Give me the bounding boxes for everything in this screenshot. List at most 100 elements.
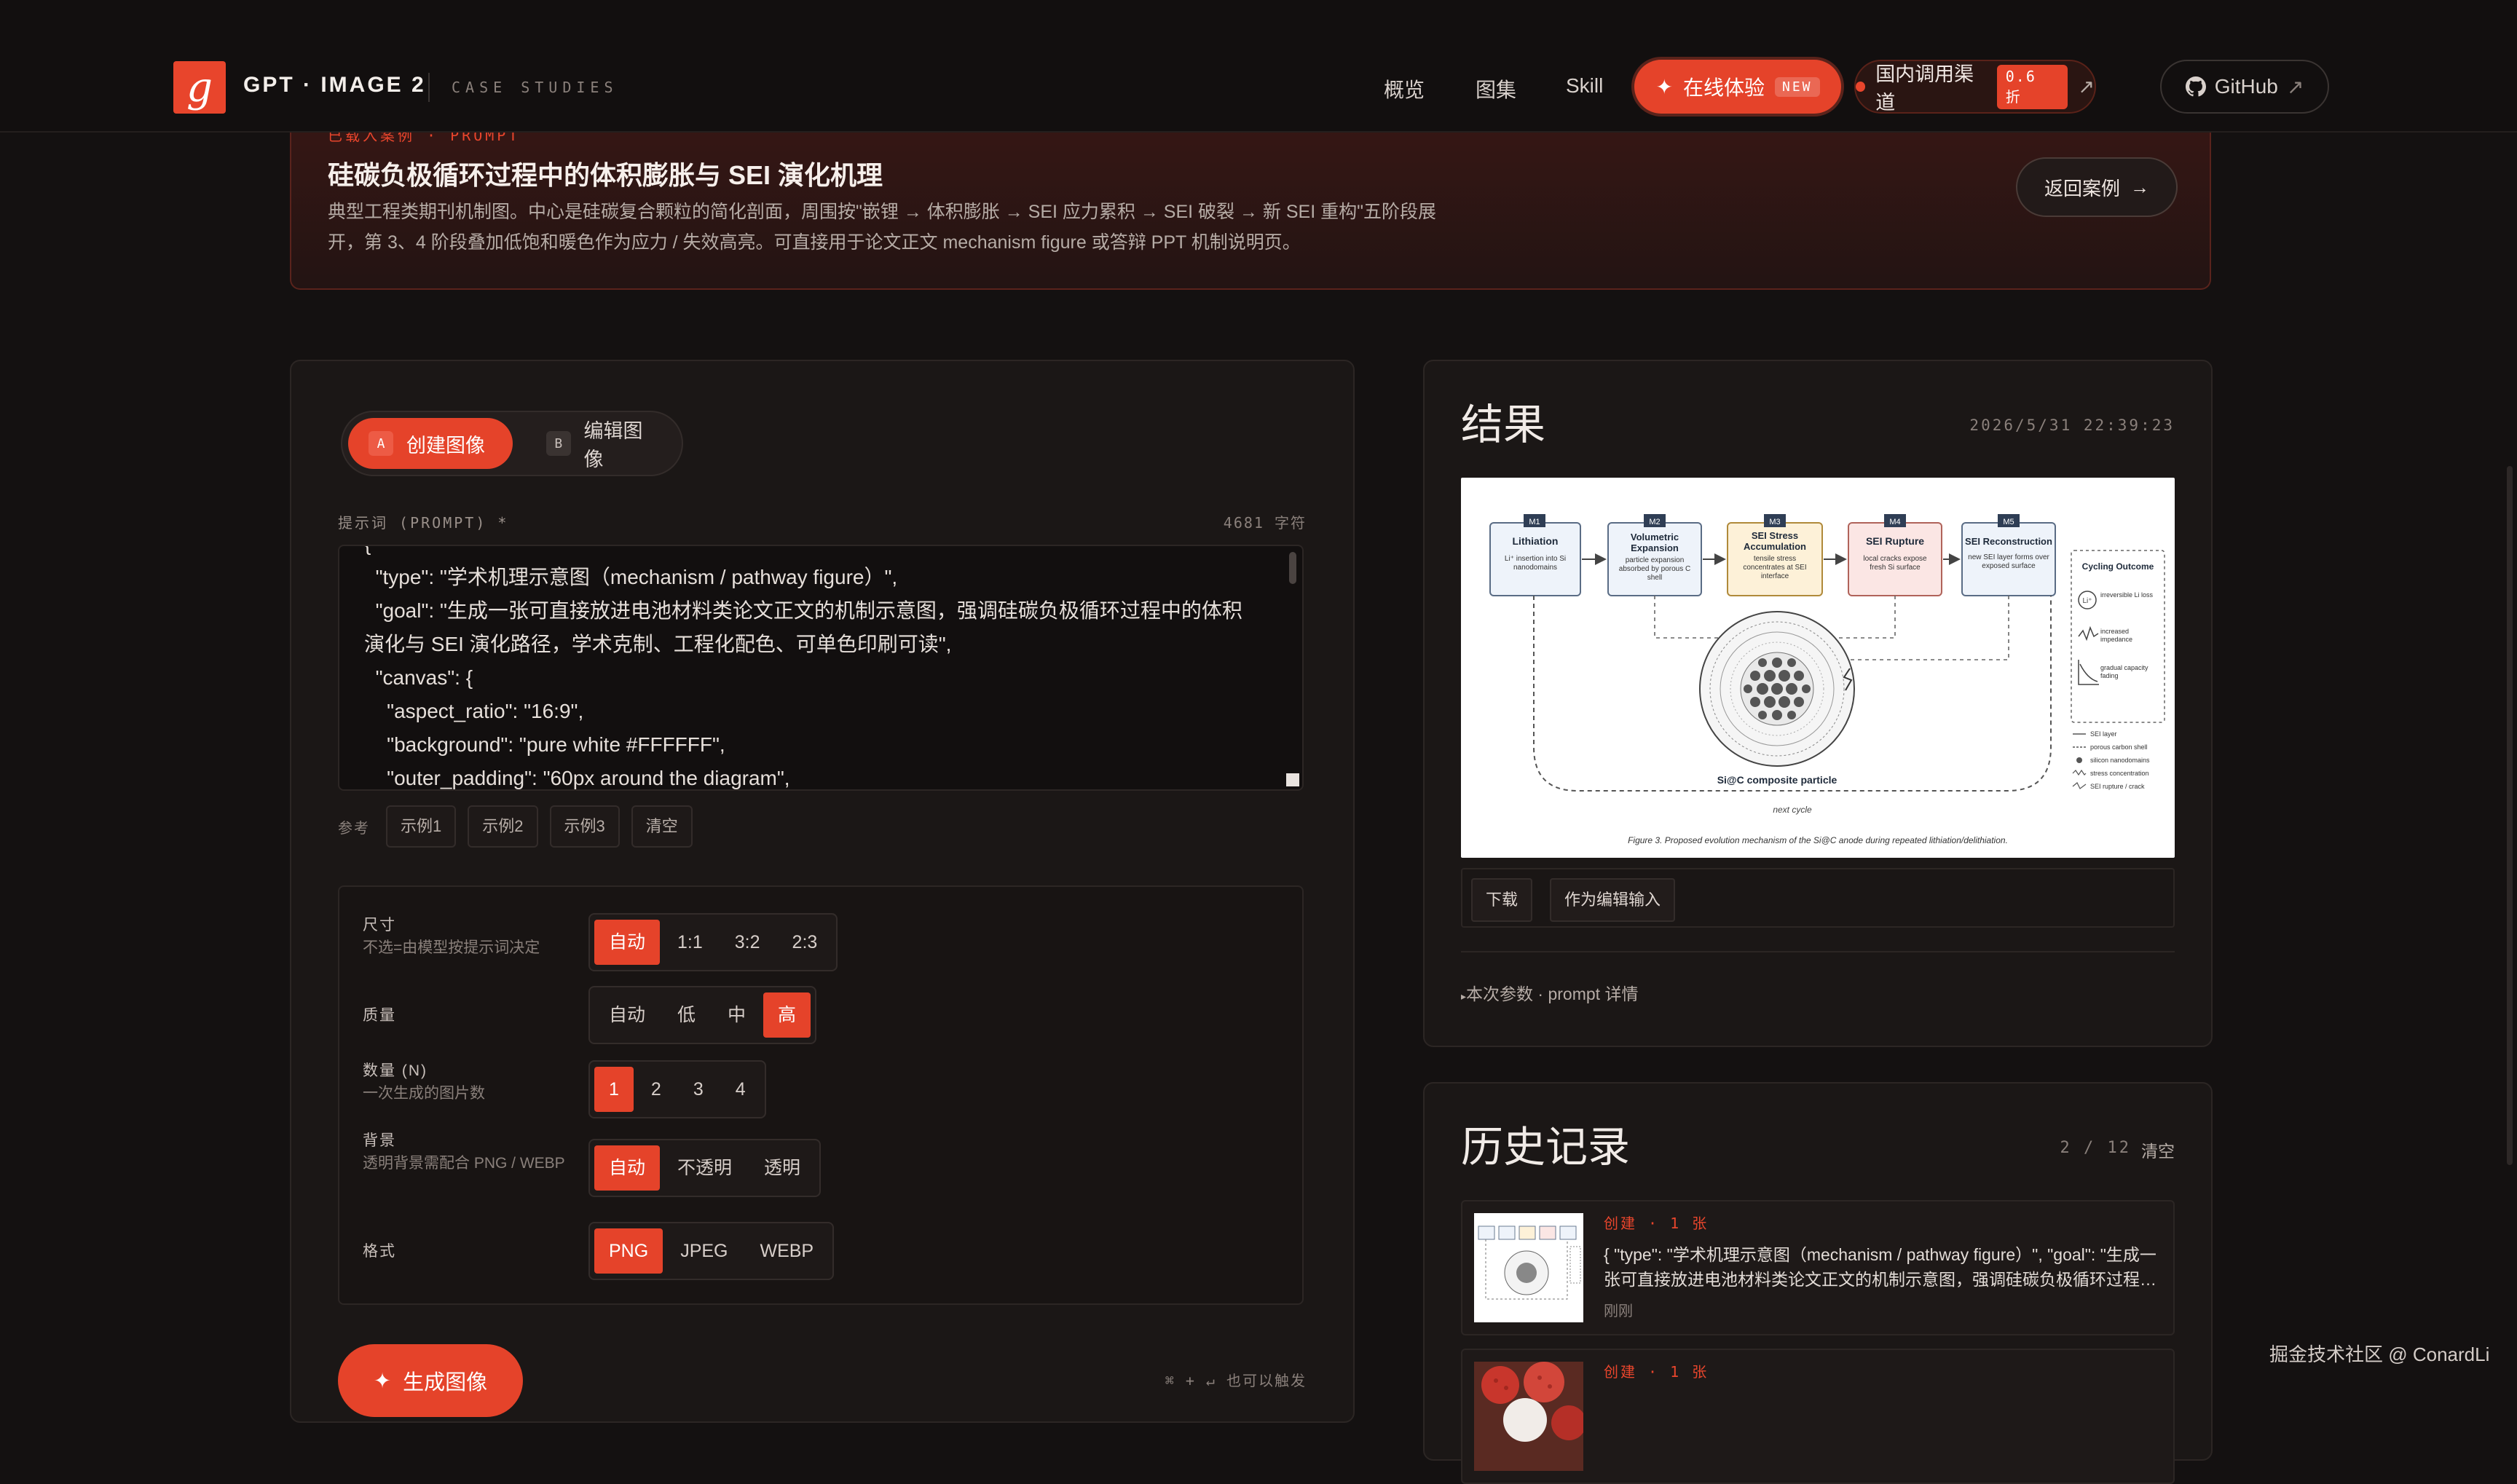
download-button[interactable]: 下载 [1471,878,1533,922]
svg-text:M3: M3 [1769,518,1780,526]
result-params-toggle[interactable]: ▸本次参数 · prompt 详情 [1461,980,1638,1005]
count-option-4[interactable]: 4 [721,1067,760,1112]
size-option-3-2[interactable]: 3:2 [720,920,775,965]
history-item-time: 刚刚 [1604,1303,1633,1319]
si-c-particle: Si@C composite particle [1699,611,1855,786]
stage-m1: M1 Lithiation Li⁺ insertion into Si nano… [1489,514,1581,596]
brand-name[interactable]: GPT · IMAGE 2 [243,73,426,98]
quality-option-low[interactable]: 低 [663,992,710,1038]
background-hint: 透明背景需配合 PNG / WEBP [363,1155,565,1172]
domestic-channel-button[interactable]: 国内调用渠道 0.6 折 ↗ [1854,60,2096,114]
result-title: 结果 [1461,400,1546,449]
back-to-cases-button[interactable]: 返回案例 → [2016,157,2178,217]
format-option-webp[interactable]: WEBP [745,1228,828,1274]
svg-text:stress concentration: stress concentration [2090,770,2149,777]
result-panel: 结果 2026/5/31 22:39:23 M1 Lithiation Li⁺ … [1423,360,2213,1047]
use-as-edit-input-button[interactable]: 作为编辑输入 [1550,878,1676,922]
count-option-1[interactable]: 1 [594,1067,634,1112]
history-panel: 历史记录 2 / 12 清空 创建 · 1 张 { "type": "学术机理示… [1423,1082,2213,1484]
svg-text:SEI Reconstruction: SEI Reconstruction [1965,536,2052,547]
background-option-transparent[interactable]: 透明 [749,1145,815,1191]
external-link-icon: ↗ [2286,75,2304,98]
arrow-right-icon: → [2130,175,2149,198]
history-item-meta: 创建 · 1 张 [1604,1215,1709,1232]
prompt-text[interactable]: { "type": "学术机理示意图（mechanism / pathway f… [339,546,1302,789]
quality-option-high[interactable]: 高 [763,992,811,1038]
page-scrollbar[interactable] [2507,466,2513,1165]
cycling-outcome-box: Cycling Outcome Li⁺ irreversible Li loss… [2071,550,2165,723]
svg-text:Cycling Outcome: Cycling Outcome [2082,561,2154,572]
background-label: 背景 [363,1132,396,1149]
count-label: 数量 (N) [363,1062,428,1079]
svg-text:M5: M5 [2003,518,2014,526]
quality-option-medium[interactable]: 中 [713,992,760,1038]
history-item-meta: 创建 · 1 张 [1604,1363,1709,1381]
mode-toggle: A 创建图像 B 编辑图像 [341,411,683,476]
new-badge: NEW [1774,76,1820,97]
count-option-3[interactable]: 3 [679,1067,718,1112]
history-thumbnail [1474,1213,1583,1322]
clear-prompt-button[interactable]: 清空 [631,805,693,848]
nav-link-skill[interactable]: Skill [1566,74,1603,98]
size-option-auto[interactable]: 自动 [594,920,661,965]
back-to-cases-label: 返回案例 [2044,177,2120,200]
resize-handle-icon[interactable] [1286,773,1299,786]
divider [1461,951,2175,952]
brand-logo[interactable]: g [173,61,226,114]
svg-text:Li⁺: Li⁺ [2082,597,2092,605]
edit-image-tab[interactable]: B 编辑图像 [526,418,682,470]
history-item[interactable]: 创建 · 1 张 { "type": "学术机理示意图（mechanism / … [1461,1200,2175,1335]
brand-subtitle: CASE STUDIES [452,79,618,96]
stage-m4: M4 SEI Rupture local cracks expose fresh… [1848,514,1942,596]
format-selector: PNG JPEG WEBP [588,1222,835,1280]
svg-text:SEI Rupture: SEI Rupture [1866,535,1924,547]
format-option-jpeg[interactable]: JPEG [666,1228,742,1274]
history-clear-button[interactable]: 清空 [2141,1137,2175,1162]
quality-option-auto[interactable]: 自动 [594,992,660,1038]
svg-text:SEI layer: SEI layer [2090,730,2117,738]
background-option-auto[interactable]: 自动 [594,1145,661,1191]
svg-text:Si@C composite particle: Si@C composite particle [1717,774,1837,786]
prompt-textarea[interactable]: { "type": "学术机理示意图（mechanism / pathway f… [338,545,1304,791]
github-button[interactable]: GitHub ↗ [2160,60,2329,114]
quality-selector: 自动 低 中 高 [588,986,817,1044]
format-option-png[interactable]: PNG [594,1228,663,1274]
composer-panel: A 创建图像 B 编辑图像 提示词 (PROMPT) * 4681 字符 { "… [290,360,1355,1423]
history-item[interactable]: 创建 · 1 张 [1461,1349,2175,1484]
generate-image-label: 生成图像 [403,1371,488,1394]
domestic-channel-label: 国内调用渠道 [1875,63,1974,114]
size-selector: 自动 1:1 3:2 2:3 [588,913,838,971]
try-online-label: 在线体验 [1682,76,1765,99]
case-title: 硅碳负极循环过程中的体积膨胀与 SEI 演化机理 [328,160,883,190]
create-image-label: 创建图像 [406,434,485,457]
external-link-icon: ↗ [2078,75,2095,98]
history-count: 2 / 12 [2060,1139,2131,1157]
stage-m5: M5 SEI Reconstruction new SEI layer form… [1961,514,2056,596]
edit-image-label: 编辑图像 [583,420,643,470]
background-option-opaque[interactable]: 不透明 [663,1145,747,1191]
generation-options: 尺寸 不选=由模型按提示词决定 自动 1:1 3:2 2:3 质量 自动 低 中… [338,885,1304,1305]
github-label: GitHub [2214,75,2278,98]
history-thumbnail [1474,1362,1583,1471]
nav-link-gallery[interactable]: 图集 [1476,74,1516,103]
svg-text:SEI rupture / crack: SEI rupture / crack [2090,783,2145,790]
example-3-button[interactable]: 示例3 [549,805,620,848]
size-hint: 不选=由模型按提示词决定 [363,939,540,956]
svg-text:Lithiation: Lithiation [1513,535,1559,547]
discount-badge: 0.6 折 [1996,64,2068,109]
count-selector: 1 2 3 4 [588,1060,766,1118]
create-image-tab[interactable]: A 创建图像 [348,418,513,469]
nav-link-overview[interactable]: 概览 [1384,74,1425,103]
example-1-button[interactable]: 示例1 [386,805,457,848]
reference-label: 参考 [338,820,370,837]
prompt-scrollbar[interactable] [1289,552,1296,584]
generated-image[interactable]: M1 Lithiation Li⁺ insertion into Si nano… [1461,478,2175,858]
case-description: 典型工程类期刊机制图。中心是硅碳复合颗粒的简化剖面，周围按"嵌锂 → 体积膨胀 … [328,202,1436,253]
generate-image-button[interactable]: ✦ 生成图像 [338,1344,523,1417]
count-option-2[interactable]: 2 [637,1067,676,1112]
example-2-button[interactable]: 示例2 [468,805,538,848]
create-key-badge: A [369,431,393,456]
size-option-1-1[interactable]: 1:1 [663,920,717,965]
size-option-2-3[interactable]: 2:3 [778,920,832,965]
try-online-button[interactable]: ✦ 在线体验 NEW [1634,60,1841,114]
